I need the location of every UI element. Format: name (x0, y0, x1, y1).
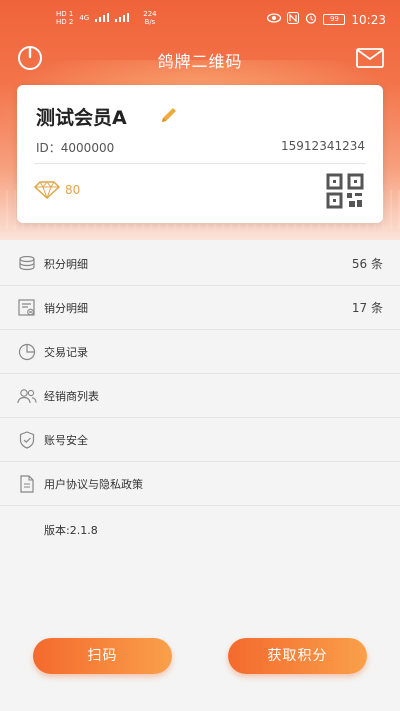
member-points: 80 (65, 183, 81, 197)
document-icon (16, 473, 38, 495)
member-name: 测试会员A (36, 107, 127, 129)
menu-item-label: 积分明细 (44, 257, 88, 271)
menu-item-dealers[interactable]: 经销商列表 (0, 374, 400, 418)
diamond-icon (33, 181, 61, 200)
member-id: ID：4000000 (36, 141, 115, 155)
status-right: 99 10:23 (267, 12, 386, 27)
top-bar: 鸽牌二维码 (0, 38, 400, 78)
edit-icon[interactable] (159, 105, 179, 125)
status-time: 10:23 (351, 12, 386, 27)
menu-item-label: 账号安全 (44, 433, 88, 447)
menu-item-label: 交易记录 (44, 345, 88, 359)
member-card: 测试会员A ID：4000000 15912341234 80 (17, 85, 383, 223)
scan-button[interactable]: 扫码 (33, 638, 172, 674)
network-speed: 224 B/s (143, 10, 156, 26)
menu-item-label: 用户协议与隐私政策 (44, 477, 143, 491)
speed-value: 224 (143, 10, 157, 18)
battery-icon: 99 (323, 14, 346, 25)
shield-icon (16, 429, 38, 451)
mail-icon[interactable] (356, 48, 384, 68)
page-title: 鸽牌二维码 (157, 52, 243, 71)
card-divider (34, 163, 366, 164)
sim2-badge: HD 2 (56, 18, 74, 26)
sim-indicators: HD 1 HD 2 (56, 10, 73, 26)
member-phone: 15912341234 (281, 139, 365, 153)
status-bar: HD 1 HD 2 4G 224 B/s 99 10:23 (0, 0, 400, 34)
get-points-button[interactable]: 获取积分 (228, 638, 367, 674)
menu-item-redeem-detail[interactable]: 销分明细 17 条 (0, 286, 400, 330)
network-label: 4G (79, 14, 90, 22)
menu-item-count: 17 条 (351, 301, 383, 315)
menu-item-label: 经销商列表 (44, 389, 99, 403)
status-left: HD 1 HD 2 4G 224 B/s (56, 10, 157, 26)
receipt-icon (16, 297, 38, 319)
menu-item-transactions[interactable]: 交易记录 (0, 330, 400, 374)
menu-item-count: 56 条 (351, 257, 383, 271)
nfc-icon (287, 12, 300, 27)
speed-unit: B/s (144, 18, 156, 26)
menu-item-privacy-policy[interactable]: 用户协议与隐私政策 (0, 462, 400, 506)
alarm-icon (305, 12, 317, 27)
pie-chart-icon (16, 341, 38, 363)
coins-icon (16, 253, 38, 275)
menu-item-account-security[interactable]: 账号安全 (0, 418, 400, 462)
users-icon (16, 385, 38, 407)
menu-item-points-detail[interactable]: 积分明细 56 条 (0, 242, 400, 286)
signal-icon-2 (115, 12, 130, 25)
eye-icon (267, 13, 282, 26)
qr-code-icon[interactable] (325, 173, 365, 209)
version-text: 版本:2.1.8 (44, 524, 98, 537)
sim1-badge: HD 1 (56, 10, 74, 18)
menu-item-label: 销分明细 (44, 301, 88, 315)
menu-list: 积分明细 56 条 销分明细 17 条 交易记录 经销商列表 账号安全 用户协议… (0, 242, 400, 506)
signal-icon (95, 12, 110, 25)
